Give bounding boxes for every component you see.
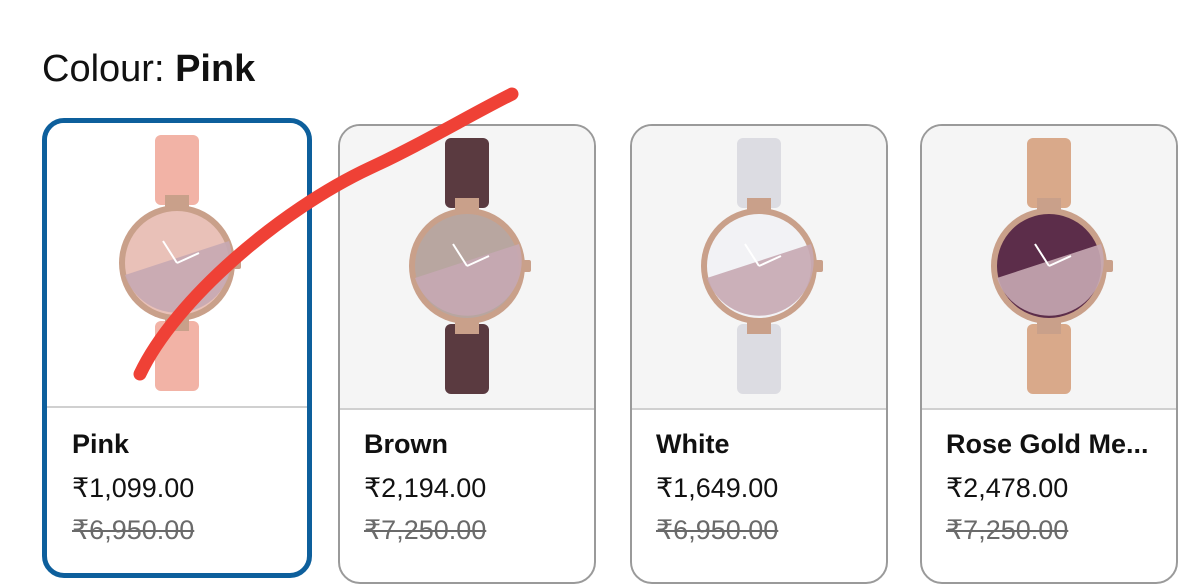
variant-original-price: ₹7,250.00 [364,515,487,545]
product-image[interactable] [47,123,307,408]
product-image[interactable] [922,126,1176,410]
product-image[interactable] [632,126,886,410]
colour-option-card[interactable]: White ₹1,649.00 ₹6,950.00 [630,124,888,584]
colour-option-card[interactable]: Pink ₹1,099.00 ₹6,950.00 [42,118,312,578]
watch-image [409,138,531,394]
variant-original-price: ₹7,250.00 [946,515,1069,545]
variant-name: Rose Gold Me... [946,429,1149,459]
variant-price: ₹2,478.00 [946,473,1069,503]
variant-original-price: ₹6,950.00 [656,515,779,545]
colour-heading: Colour: Pink [42,44,255,94]
watch-image [701,138,823,394]
variant-original-price: ₹6,950.00 [72,515,195,545]
variant-price: ₹2,194.00 [364,473,487,503]
watch-image [119,135,241,391]
variant-name: Pink [72,429,130,459]
colour-option-card[interactable]: Brown ₹2,194.00 ₹7,250.00 [338,124,596,584]
variant-info: Rose Gold Me... ₹2,478.00 ₹7,250.00 [946,426,1168,548]
product-image[interactable] [340,126,594,410]
variant-info: Pink ₹1,099.00 ₹6,950.00 [72,426,299,548]
variant-info: White ₹1,649.00 ₹6,950.00 [656,426,878,548]
watch-image [991,138,1113,394]
selected-colour-value: Pink [175,48,256,90]
variant-price: ₹1,099.00 [72,473,195,503]
colour-label: Colour: [42,48,165,90]
variant-price: ₹1,649.00 [656,473,779,503]
variant-info: Brown ₹2,194.00 ₹7,250.00 [364,426,586,548]
variant-name: Brown [364,429,448,459]
variant-name: White [656,429,730,459]
colour-option-card[interactable]: Rose Gold Me... ₹2,478.00 ₹7,250.00 [920,124,1178,584]
